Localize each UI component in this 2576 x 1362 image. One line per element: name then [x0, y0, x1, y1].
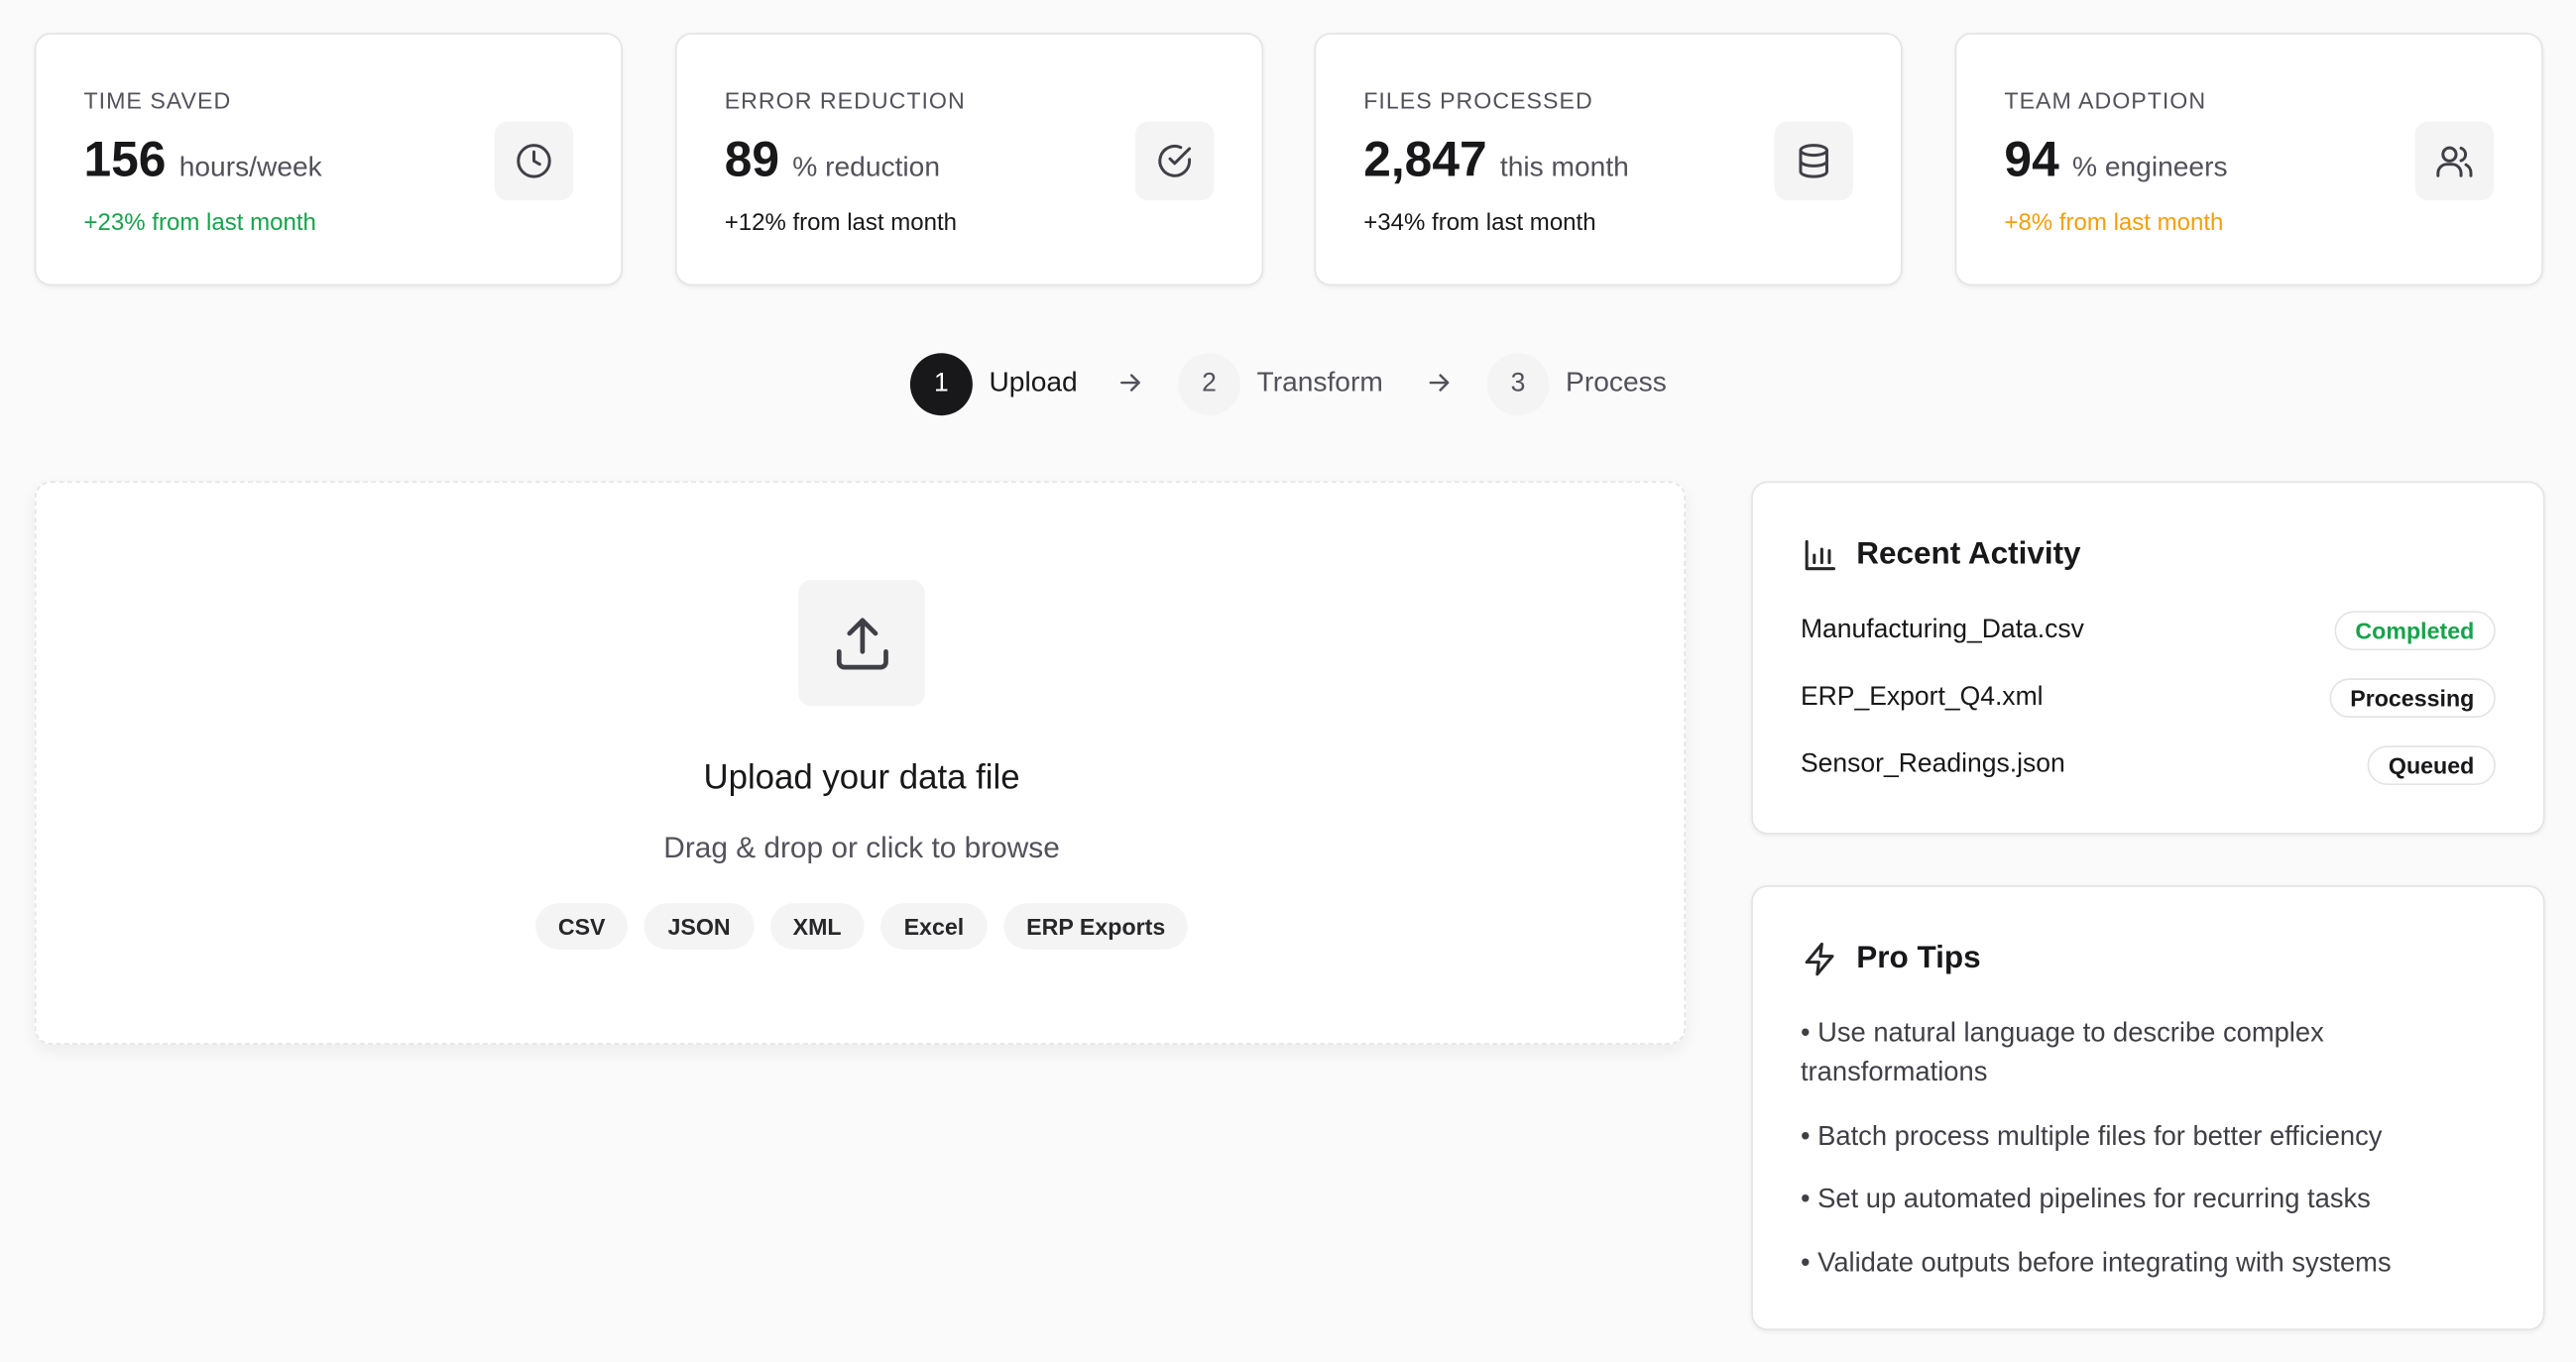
status-badge: Processing [2328, 678, 2496, 719]
stat-card-files-processed: FILES PROCESSED 2,847 this month +34% fro… [1314, 33, 1903, 286]
activity-file-name[interactable]: ERP_Export_Q4.xml [1801, 683, 2044, 713]
pro-tips-title: Pro Tips [1856, 941, 1981, 976]
stat-unit: hours/week [178, 151, 322, 182]
tip-item: • Batch process multiple files for bette… [1800, 1121, 2383, 1152]
step-1-label[interactable]: Upload [989, 366, 1077, 398]
stat-label: TIME SAVED [83, 86, 232, 114]
activity-file-name[interactable]: Manufacturing_Data.csv [1801, 616, 2084, 645]
stat-label: TEAM ADOPTION [2004, 86, 2207, 114]
status-badge: Completed [2333, 611, 2496, 651]
stat-card-error-reduction: ERROR REDUCTION 89 % reduction +12% from … [674, 33, 1264, 286]
recent-activity-card: Recent Activity Manufacturing_Data.csv C… [1751, 481, 2545, 835]
step-1-circle[interactable]: 1 [909, 353, 973, 416]
format-chips: CSV JSON XML Excel ERP Exports [36, 903, 1687, 950]
step-2-circle[interactable]: 2 [1177, 353, 1240, 416]
activity-file-name[interactable]: Sensor_Readings.json [1801, 750, 2065, 780]
stat-value: 2,847 [1363, 133, 1487, 187]
format-chip-excel: Excel [880, 903, 988, 950]
stat-value: 94 [2004, 133, 2059, 187]
pro-tips-card: Pro Tips • Use natural language to descr… [1751, 885, 2545, 1331]
upload-icon[interactable] [798, 579, 925, 707]
stat-card-team-adoption: TEAM ADOPTION 94 % engineers +8% from las… [1954, 33, 2543, 286]
status-badge: Queued [2367, 745, 2496, 785]
format-chip-erp-exports: ERP Exports [1002, 903, 1189, 950]
upload-subtitle[interactable]: Drag & drop or click to browse [36, 831, 1687, 865]
stat-card-time-saved: TIME SAVED 156 hours/week +23% from last … [34, 33, 623, 286]
stat-value: 89 [724, 133, 779, 187]
bar-chart-icon [1805, 539, 1836, 571]
database-icon [1774, 121, 1853, 201]
check-circle-icon [1134, 121, 1215, 201]
stat-unit: this month [1499, 151, 1629, 182]
dashboard: TIME SAVED 156 hours/week +23% from last … [0, 0, 2576, 1362]
stat-unit: % engineers [2071, 151, 2228, 182]
recent-activity-title: Recent Activity [1856, 536, 2081, 572]
step-3-circle[interactable]: 3 [1486, 353, 1550, 416]
stat-change: +34% from last month [1363, 210, 1596, 237]
stat-unit: % reduction [792, 151, 941, 182]
arrow-right-icon [1429, 374, 1450, 392]
format-chip-csv: CSV [534, 903, 629, 950]
upload-dropzone[interactable]: Upload your data file Drag & drop or cli… [34, 481, 1687, 1045]
clock-icon [494, 121, 574, 201]
upload-title: Upload your data file [703, 758, 1020, 797]
format-chip-xml: XML [769, 903, 865, 950]
stat-change: +8% from last month [2004, 210, 2224, 237]
stat-change: +12% from last month [724, 210, 958, 237]
lightning-icon [1805, 942, 1834, 976]
stat-label: FILES PROCESSED [1363, 86, 1593, 114]
stat-change: +23% from last month [83, 210, 316, 237]
stat-label: ERROR REDUCTION [724, 86, 966, 114]
tip-item: • Set up automated pipelines for recurri… [1800, 1184, 2371, 1214]
format-chip-json: JSON [644, 903, 754, 950]
step-2-label[interactable]: Transform [1257, 366, 1383, 398]
tip-item: • Use natural language to describe compl… [1800, 1018, 2324, 1087]
stat-value: 156 [83, 133, 167, 187]
arrow-right-icon [1120, 374, 1140, 392]
users-icon [2414, 121, 2495, 201]
tip-item: • Validate outputs before integrating wi… [1800, 1248, 2392, 1279]
step-3-label[interactable]: Process [1566, 366, 1667, 398]
